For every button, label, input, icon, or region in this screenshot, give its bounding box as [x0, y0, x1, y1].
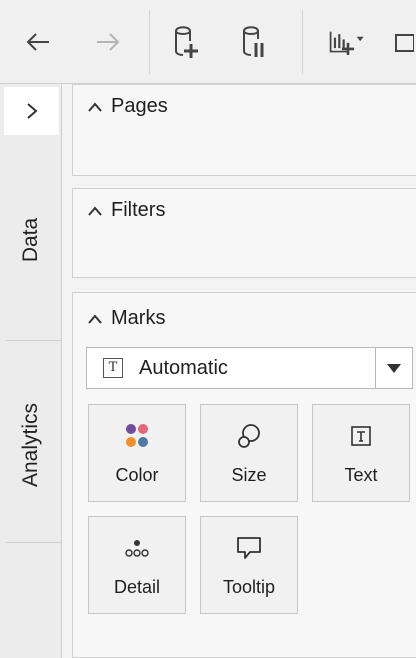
- text-button[interactable]: Text: [312, 404, 410, 502]
- pages-header[interactable]: Pages: [87, 95, 168, 118]
- new-worksheet-icon: [329, 31, 364, 56]
- text-label: Text: [344, 465, 378, 485]
- pages-title: Pages: [111, 95, 168, 117]
- duplicate-sheet-icon: [395, 34, 414, 52]
- mark-type-value: Automatic: [139, 357, 228, 379]
- tooltip-button[interactable]: Tooltip: [200, 516, 298, 614]
- pages-shelf[interactable]: Pages: [72, 84, 416, 176]
- arrow-left-icon: [26, 33, 49, 51]
- back-button[interactable]: [18, 22, 58, 62]
- database-plus-icon: [175, 26, 198, 58]
- marks-title: Marks: [111, 307, 166, 329]
- tab-data-label: Data: [18, 217, 42, 263]
- mark-type-dropdown[interactable]: T Automatic: [86, 347, 413, 389]
- filters-title: Filters: [111, 199, 166, 221]
- rail-divider: [6, 542, 62, 543]
- database-pause-icon: [243, 26, 264, 57]
- toolbar-separator: [149, 10, 150, 74]
- dropdown-divider: [375, 348, 376, 388]
- toolbar-separator: [302, 10, 303, 74]
- color-dots-icon: [126, 424, 148, 447]
- chevron-right-icon: [26, 103, 38, 119]
- forward-button[interactable]: [88, 22, 128, 62]
- tooltip-label: Tooltip: [222, 577, 276, 597]
- filters-shelf[interactable]: Filters: [72, 188, 416, 278]
- new-worksheet-button[interactable]: [328, 22, 368, 62]
- detail-label: Detail: [113, 577, 161, 597]
- detail-button[interactable]: Detail: [88, 516, 186, 614]
- arrow-right-icon: [97, 33, 120, 51]
- detail-dots-icon: [125, 540, 149, 557]
- chevron-up-icon: [88, 101, 102, 112]
- tab-data[interactable]: Data: [0, 150, 62, 330]
- expand-pane-button[interactable]: [4, 87, 59, 135]
- size-label: Size: [231, 465, 267, 485]
- text-mark-icon: T: [103, 358, 123, 378]
- dropdown-arrow-icon[interactable]: [387, 364, 401, 373]
- color-button[interactable]: Color: [88, 404, 186, 502]
- tooltip-bubble-icon: [237, 537, 261, 559]
- toolbar-overflow-icon[interactable]: [392, 22, 416, 62]
- filters-header[interactable]: Filters: [87, 199, 165, 222]
- rail-divider: [6, 340, 62, 341]
- chevron-up-icon: [88, 205, 102, 216]
- chevron-up-icon: [88, 313, 102, 324]
- new-data-source-button[interactable]: [166, 22, 206, 62]
- size-shapes-icon: [238, 424, 260, 448]
- toolbar: [0, 0, 416, 84]
- size-button[interactable]: Size: [200, 404, 298, 502]
- tab-analytics[interactable]: Analytics: [0, 350, 62, 540]
- tab-analytics-label: Analytics: [19, 402, 42, 488]
- pause-auto-updates-button[interactable]: [234, 22, 274, 62]
- color-label: Color: [115, 465, 159, 485]
- text-label-icon: [351, 426, 371, 446]
- marks-header[interactable]: Marks: [87, 307, 165, 330]
